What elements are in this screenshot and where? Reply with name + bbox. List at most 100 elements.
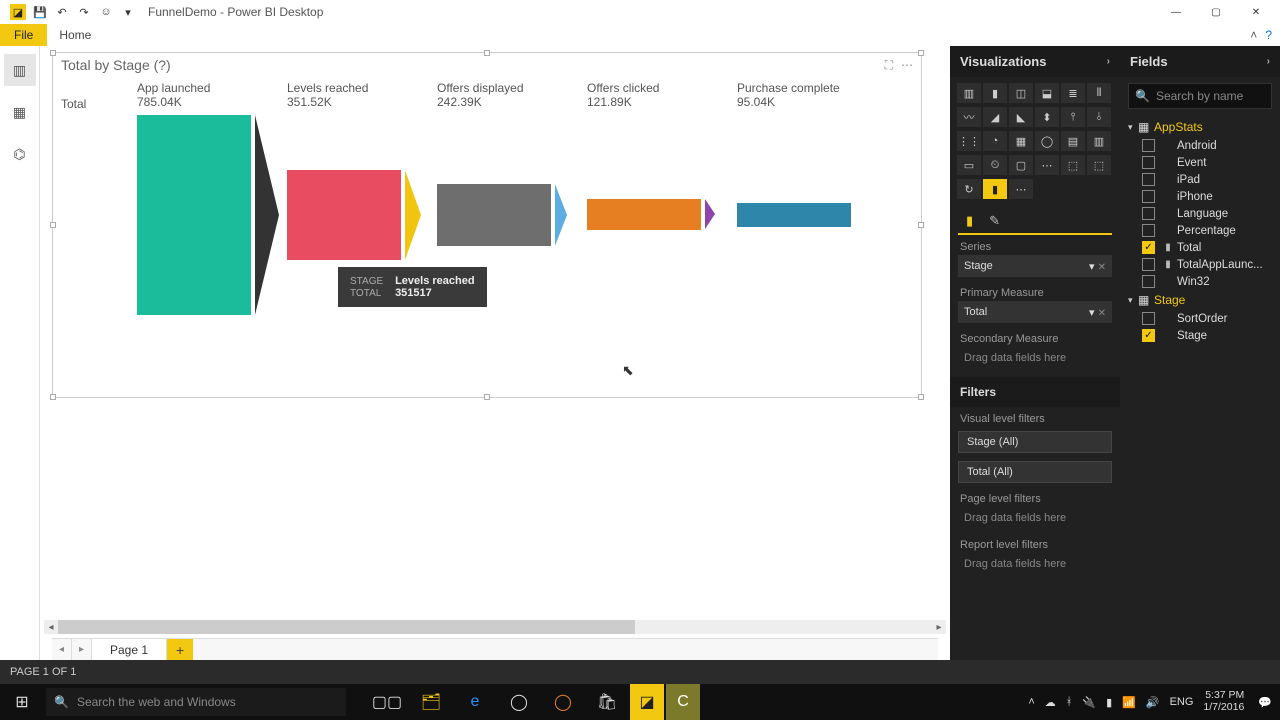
battery-icon[interactable]: 🔌	[1082, 696, 1096, 709]
viz-type-icon[interactable]: ◔	[983, 131, 1007, 151]
funnel-bar[interactable]	[437, 184, 551, 246]
tray-up-icon[interactable]: ˄	[1028, 696, 1034, 708]
field-checkbox[interactable]: ✓	[1142, 329, 1155, 342]
minimize-button[interactable]: —	[1156, 0, 1196, 24]
report-canvas[interactable]: Total by Stage (?) ⛶ ⋯ Total App launche…	[40, 46, 950, 660]
report-view-button[interactable]: ▥	[4, 54, 36, 86]
viz-type-icon[interactable]: ⋯	[1035, 155, 1059, 175]
resize-handle[interactable]	[918, 50, 924, 56]
field-win32[interactable]: Win32	[1124, 273, 1276, 290]
chevron-right-icon[interactable]: ›	[1267, 56, 1270, 67]
onedrive-icon[interactable]: ☁	[1045, 696, 1056, 709]
language-indicator[interactable]: ENG	[1170, 696, 1194, 708]
tab-next-icon[interactable]: ▸	[72, 639, 92, 660]
series-well[interactable]: Stage ▾ ✕	[958, 255, 1112, 277]
primary-measure-well[interactable]: Total ▾ ✕	[958, 301, 1112, 323]
model-view-button[interactable]: ⌬	[4, 138, 36, 170]
field-checkbox[interactable]	[1142, 258, 1155, 271]
tab-page-1[interactable]: Page 1	[92, 639, 167, 660]
viz-type-icon[interactable]: ◯	[1035, 131, 1059, 151]
powerbi-icon[interactable]: ◪	[630, 684, 664, 720]
field-percentage[interactable]: Percentage	[1124, 222, 1276, 239]
viz-type-icon[interactable]: ⬚	[1087, 155, 1111, 175]
start-button[interactable]: ⊞	[0, 684, 44, 720]
resize-handle[interactable]	[50, 50, 56, 56]
filter-card-stage[interactable]: Stage (All)	[958, 431, 1112, 453]
viz-type-icon[interactable]: ⬍	[1035, 107, 1059, 127]
field-checkbox[interactable]	[1142, 173, 1155, 186]
viz-type-icon[interactable]: ◣	[1009, 107, 1033, 127]
viz-type-more-icon[interactable]: ⋯	[1009, 179, 1033, 199]
viz-type-icon[interactable]: ▤	[1061, 131, 1085, 151]
field-stage[interactable]: ✓Stage	[1124, 327, 1276, 344]
field-sortorder[interactable]: SortOrder	[1124, 310, 1276, 327]
field-checkbox[interactable]	[1142, 156, 1155, 169]
add-page-button[interactable]: +	[167, 639, 193, 660]
camtasia-icon[interactable]: C	[666, 684, 700, 720]
viz-type-icon[interactable]: ⫯	[1061, 107, 1085, 127]
bluetooth-icon[interactable]: ᚼ	[1066, 696, 1073, 708]
filters-header[interactable]: Filters	[950, 377, 1120, 407]
field-ipad[interactable]: iPad	[1124, 171, 1276, 188]
field-android[interactable]: Android	[1124, 137, 1276, 154]
network-icon[interactable]: ▮	[1106, 696, 1112, 709]
viz-type-icon[interactable]: ⬚	[1061, 155, 1085, 175]
wifi-icon[interactable]: 📶	[1122, 696, 1136, 709]
funnel-bar[interactable]	[137, 115, 251, 315]
scroll-right-icon[interactable]: ▸	[932, 620, 946, 634]
viz-type-icon[interactable]: ↻	[957, 179, 981, 199]
more-options-icon[interactable]: ⋯	[901, 58, 913, 73]
viz-type-icon[interactable]: ▮	[983, 83, 1007, 103]
focus-mode-icon[interactable]: ⛶	[885, 58, 893, 73]
viz-type-icon[interactable]: ⫴	[1087, 83, 1111, 103]
field-checkbox[interactable]	[1142, 139, 1155, 152]
funnel-bar[interactable]	[737, 203, 851, 227]
expand-icon[interactable]: ▾	[1128, 122, 1138, 133]
secondary-measure-well[interactable]: Drag data fields here	[958, 347, 1112, 369]
close-button[interactable]: ✕	[1236, 0, 1276, 24]
remove-field-icon[interactable]: ✕	[1098, 308, 1106, 319]
fields-tab-icon[interactable]: ▮	[958, 209, 981, 233]
field-checkbox[interactable]	[1142, 275, 1155, 288]
filter-card-total[interactable]: Total (All)	[958, 461, 1112, 483]
taskbar-clock[interactable]: 5:37 PM 1/7/2016	[1203, 690, 1248, 713]
task-view-icon[interactable]: ▢▢	[366, 684, 408, 720]
resize-handle[interactable]	[50, 222, 56, 228]
taskbar-search-input[interactable]: 🔍 Search the web and Windows	[46, 688, 346, 716]
table-appstats[interactable]: ▾▦AppStats	[1124, 117, 1276, 137]
viz-type-icon[interactable]: ⋮⋮	[957, 131, 981, 151]
field-checkbox[interactable]	[1142, 224, 1155, 237]
scroll-left-icon[interactable]: ◂	[44, 620, 58, 634]
undo-icon[interactable]: ↶	[54, 4, 70, 20]
resize-handle[interactable]	[918, 394, 924, 400]
viz-type-icon[interactable]: ▥	[1087, 131, 1111, 151]
redo-icon[interactable]: ↷	[76, 4, 92, 20]
chevron-down-icon[interactable]: ▾ ✕	[1089, 306, 1106, 319]
save-icon[interactable]: 💾	[32, 4, 48, 20]
action-center-icon[interactable]: 💬	[1258, 696, 1272, 709]
fields-header[interactable]: Fields ›	[1120, 46, 1280, 77]
field-checkbox[interactable]	[1142, 190, 1155, 203]
field-checkbox[interactable]: ✓	[1142, 241, 1155, 254]
funnel-bar[interactable]	[287, 170, 401, 260]
chevron-down-icon[interactable]: ▾ ✕	[1089, 260, 1106, 273]
resize-handle[interactable]	[484, 394, 490, 400]
ribbon-collapse-icon[interactable]: ˄	[1250, 28, 1257, 42]
viz-type-icon[interactable]: ▢	[1009, 155, 1033, 175]
visualizations-header[interactable]: Visualizations ›	[950, 46, 1120, 77]
remove-field-icon[interactable]: ✕	[1098, 262, 1106, 273]
maximize-button[interactable]: ▢	[1196, 0, 1236, 24]
viz-type-icon[interactable]: ≣	[1061, 83, 1085, 103]
firefox-icon[interactable]: ◯	[542, 684, 584, 720]
ie-icon[interactable]: e	[454, 684, 496, 720]
field-checkbox[interactable]	[1142, 312, 1155, 325]
viz-type-icon[interactable]: ▦	[1009, 131, 1033, 151]
data-view-button[interactable]: ▦	[4, 96, 36, 128]
report-filters-well[interactable]: Drag data fields here	[958, 553, 1112, 575]
viz-type-icon[interactable]: ⫰	[1087, 107, 1111, 127]
scroll-thumb[interactable]	[58, 620, 635, 634]
viz-type-icon[interactable]: ⏲	[983, 155, 1007, 175]
field-event[interactable]: Event	[1124, 154, 1276, 171]
file-tab[interactable]: File	[0, 24, 47, 46]
viz-type-icon[interactable]: ◫	[1009, 83, 1033, 103]
